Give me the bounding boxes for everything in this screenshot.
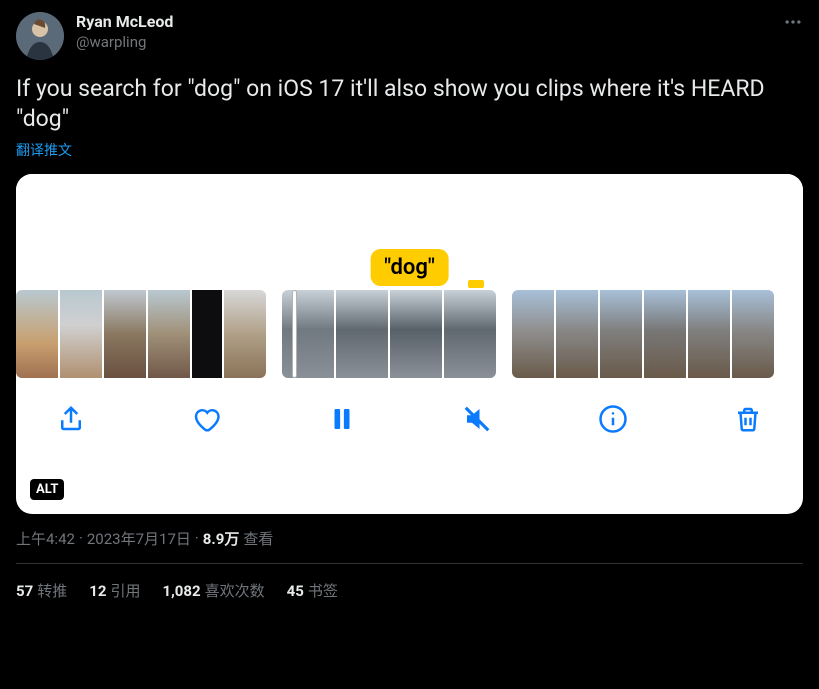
user-block[interactable]: Ryan McLeod @warpling	[76, 12, 173, 52]
tweet-text: If you search for "dog" on iOS 17 it'll …	[16, 74, 803, 134]
tweet-time: 上午4:42	[16, 528, 75, 549]
share-icon[interactable]	[56, 404, 86, 434]
user-handle: @warpling	[76, 33, 173, 53]
video-timeline[interactable]	[16, 284, 803, 384]
search-token-bubble: "dog"	[370, 249, 449, 286]
stat-retweets[interactable]: 57转推	[16, 580, 67, 601]
tweet-meta[interactable]: 上午4:42 · 2023年7月17日 · 8.9万 查看	[16, 528, 803, 549]
clip-group-3[interactable]	[512, 290, 774, 378]
stat-bookmarks[interactable]: 45书签	[287, 580, 338, 601]
views-count: 8.9万	[203, 528, 240, 549]
media-toolbar	[16, 384, 803, 458]
playhead-icon[interactable]	[292, 290, 297, 378]
pause-icon[interactable]	[327, 404, 357, 434]
trash-icon[interactable]	[733, 404, 763, 434]
tweet-container: Ryan McLeod @warpling If you search for …	[0, 0, 819, 601]
translate-link[interactable]: 翻译推文	[16, 140, 72, 160]
heart-icon[interactable]	[191, 404, 221, 434]
info-icon[interactable]	[598, 404, 628, 434]
media-attachment[interactable]: "dog"	[16, 174, 803, 514]
stat-likes[interactable]: 1,082喜欢次数	[162, 580, 264, 601]
avatar[interactable]	[16, 12, 64, 60]
mute-icon[interactable]	[462, 404, 492, 434]
clip-group-1[interactable]	[16, 290, 266, 378]
tweet-stats: 57转推 12引用 1,082喜欢次数 45书签	[16, 564, 803, 601]
stat-quotes[interactable]: 12引用	[89, 580, 140, 601]
views-label: 查看	[243, 528, 273, 549]
clip-group-2[interactable]	[282, 290, 496, 378]
tweet-header: Ryan McLeod @warpling	[16, 12, 803, 60]
alt-badge[interactable]: ALT	[30, 479, 64, 500]
media-top-area: "dog"	[16, 174, 803, 284]
more-icon[interactable]	[783, 12, 803, 36]
tweet-date: 2023年7月17日	[87, 528, 191, 549]
display-name: Ryan McLeod	[76, 12, 173, 33]
timeline-marker	[468, 280, 484, 288]
